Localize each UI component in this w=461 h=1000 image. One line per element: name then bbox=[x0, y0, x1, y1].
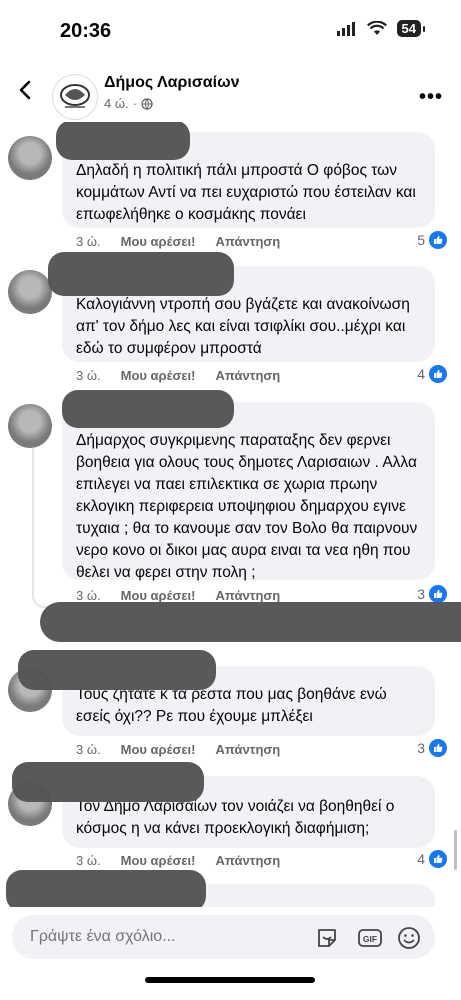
status-bar: 20:36 54 bbox=[0, 0, 461, 62]
status-icons: 54 bbox=[336, 20, 426, 37]
comment-actions: 3 ώ. Μου αρέσει! Απάντηση bbox=[76, 853, 280, 868]
battery-indicator: 54 bbox=[396, 20, 426, 37]
signal-icon bbox=[336, 21, 355, 36]
comment-actions: 3 ώ. Μου αρέσει! Απάντηση bbox=[76, 234, 280, 249]
post-header: Δήμος Λαρισαίων 4 ώ. · ••• bbox=[0, 62, 461, 122]
comment-actions: 3 ώ. Μου αρέσει! Απάντηση bbox=[76, 588, 280, 603]
comment-time: 3 ώ. bbox=[76, 234, 101, 249]
like-button[interactable]: Μου αρέσει! bbox=[121, 742, 196, 757]
like-icon bbox=[429, 739, 447, 757]
reaction-count[interactable]: 4 bbox=[417, 365, 447, 383]
like-button[interactable]: Μου αρέσει! bbox=[121, 368, 196, 383]
reply-button[interactable]: Απάντηση bbox=[215, 742, 280, 757]
reply-button[interactable]: Απάντηση bbox=[215, 368, 280, 383]
comment-text: Δηλαδή η πολιτική πάλι μπροστά Ο φόβος τ… bbox=[76, 162, 416, 223]
reaction-count[interactable]: 3 bbox=[417, 585, 447, 603]
like-icon bbox=[429, 585, 447, 603]
comment-text: Δήμαρχος συγκριμενης παραταξης δεν φερνε… bbox=[76, 432, 418, 581]
commenter-avatar[interactable] bbox=[8, 136, 52, 180]
page-avatar[interactable] bbox=[52, 74, 98, 120]
back-arrow-icon[interactable] bbox=[14, 78, 38, 102]
reply-button[interactable]: Απάντηση bbox=[215, 853, 280, 868]
comment-actions: 3 ώ. Μου αρέσει! Απάντηση bbox=[76, 742, 280, 757]
reaction-count[interactable]: 5 bbox=[417, 231, 447, 249]
like-button[interactable]: Μου αρέσει! bbox=[121, 588, 196, 603]
comment-text: Τους ζητάτε κ τα ρέστα που μας βοηθάνε ε… bbox=[76, 686, 387, 725]
home-indicator bbox=[145, 977, 315, 983]
comment-time: 3 ώ. bbox=[76, 853, 101, 868]
redacted-name bbox=[6, 870, 206, 907]
post-time: 4 ώ. bbox=[104, 96, 129, 111]
redacted-name bbox=[18, 650, 216, 690]
comment-composer: GIF bbox=[0, 907, 461, 1000]
commenter-avatar[interactable] bbox=[8, 404, 52, 448]
reaction-count[interactable]: 4 bbox=[417, 850, 447, 868]
reply-button[interactable]: Απάντηση bbox=[215, 234, 280, 249]
page-title[interactable]: Δήμος Λαρισαίων bbox=[104, 74, 240, 92]
redacted-reply bbox=[40, 602, 461, 642]
comment-input-box[interactable]: GIF bbox=[12, 915, 435, 959]
post-meta: 4 ώ. · bbox=[104, 96, 153, 111]
svg-text:GIF: GIF bbox=[363, 934, 377, 944]
municipality-logo-icon bbox=[60, 84, 90, 108]
comment-time: 3 ώ. bbox=[76, 588, 101, 603]
emoji-icon[interactable] bbox=[396, 925, 422, 951]
redacted-name bbox=[62, 390, 234, 428]
like-button[interactable]: Μου αρέσει! bbox=[121, 234, 196, 249]
redacted-name bbox=[56, 122, 190, 160]
like-icon bbox=[429, 850, 447, 868]
reply-button[interactable]: Απάντηση bbox=[215, 588, 280, 603]
comment-input[interactable] bbox=[30, 928, 290, 946]
reaction-count[interactable]: 3 bbox=[417, 739, 447, 757]
redacted-name bbox=[12, 762, 204, 802]
more-icon[interactable]: ••• bbox=[419, 86, 443, 109]
comment-bubble[interactable]: Δήμαρχος συγκριμενης παραταξης δεν φερνε… bbox=[62, 402, 435, 581]
redacted-name bbox=[48, 252, 234, 296]
wifi-icon bbox=[366, 21, 387, 35]
globe-icon bbox=[141, 97, 153, 110]
comment-actions: 3 ώ. Μου αρέσει! Απάντηση bbox=[76, 368, 280, 383]
comment-text: Καλογιάννη ντροπή σου βγάζετε και ανακοί… bbox=[76, 296, 410, 357]
like-button[interactable]: Μου αρέσει! bbox=[121, 853, 196, 868]
comment-time: 3 ώ. bbox=[76, 368, 101, 383]
sticker-icon[interactable] bbox=[314, 925, 340, 951]
gif-icon[interactable]: GIF bbox=[357, 925, 383, 951]
commenter-avatar[interactable] bbox=[8, 270, 52, 314]
status-time: 20:36 bbox=[60, 20, 112, 42]
like-icon bbox=[429, 231, 447, 249]
comments-list: Δηλαδή η πολιτική πάλι μπροστά Ο φόβος τ… bbox=[0, 122, 461, 907]
like-icon bbox=[429, 365, 447, 383]
scroll-indicator[interactable] bbox=[454, 830, 457, 870]
comment-text: Τον Δήμο Λαρισαίων τον νοιάζει να βοηθηθ… bbox=[76, 798, 395, 837]
comment-time: 3 ώ. bbox=[76, 742, 101, 757]
thread-connector bbox=[32, 582, 48, 608]
